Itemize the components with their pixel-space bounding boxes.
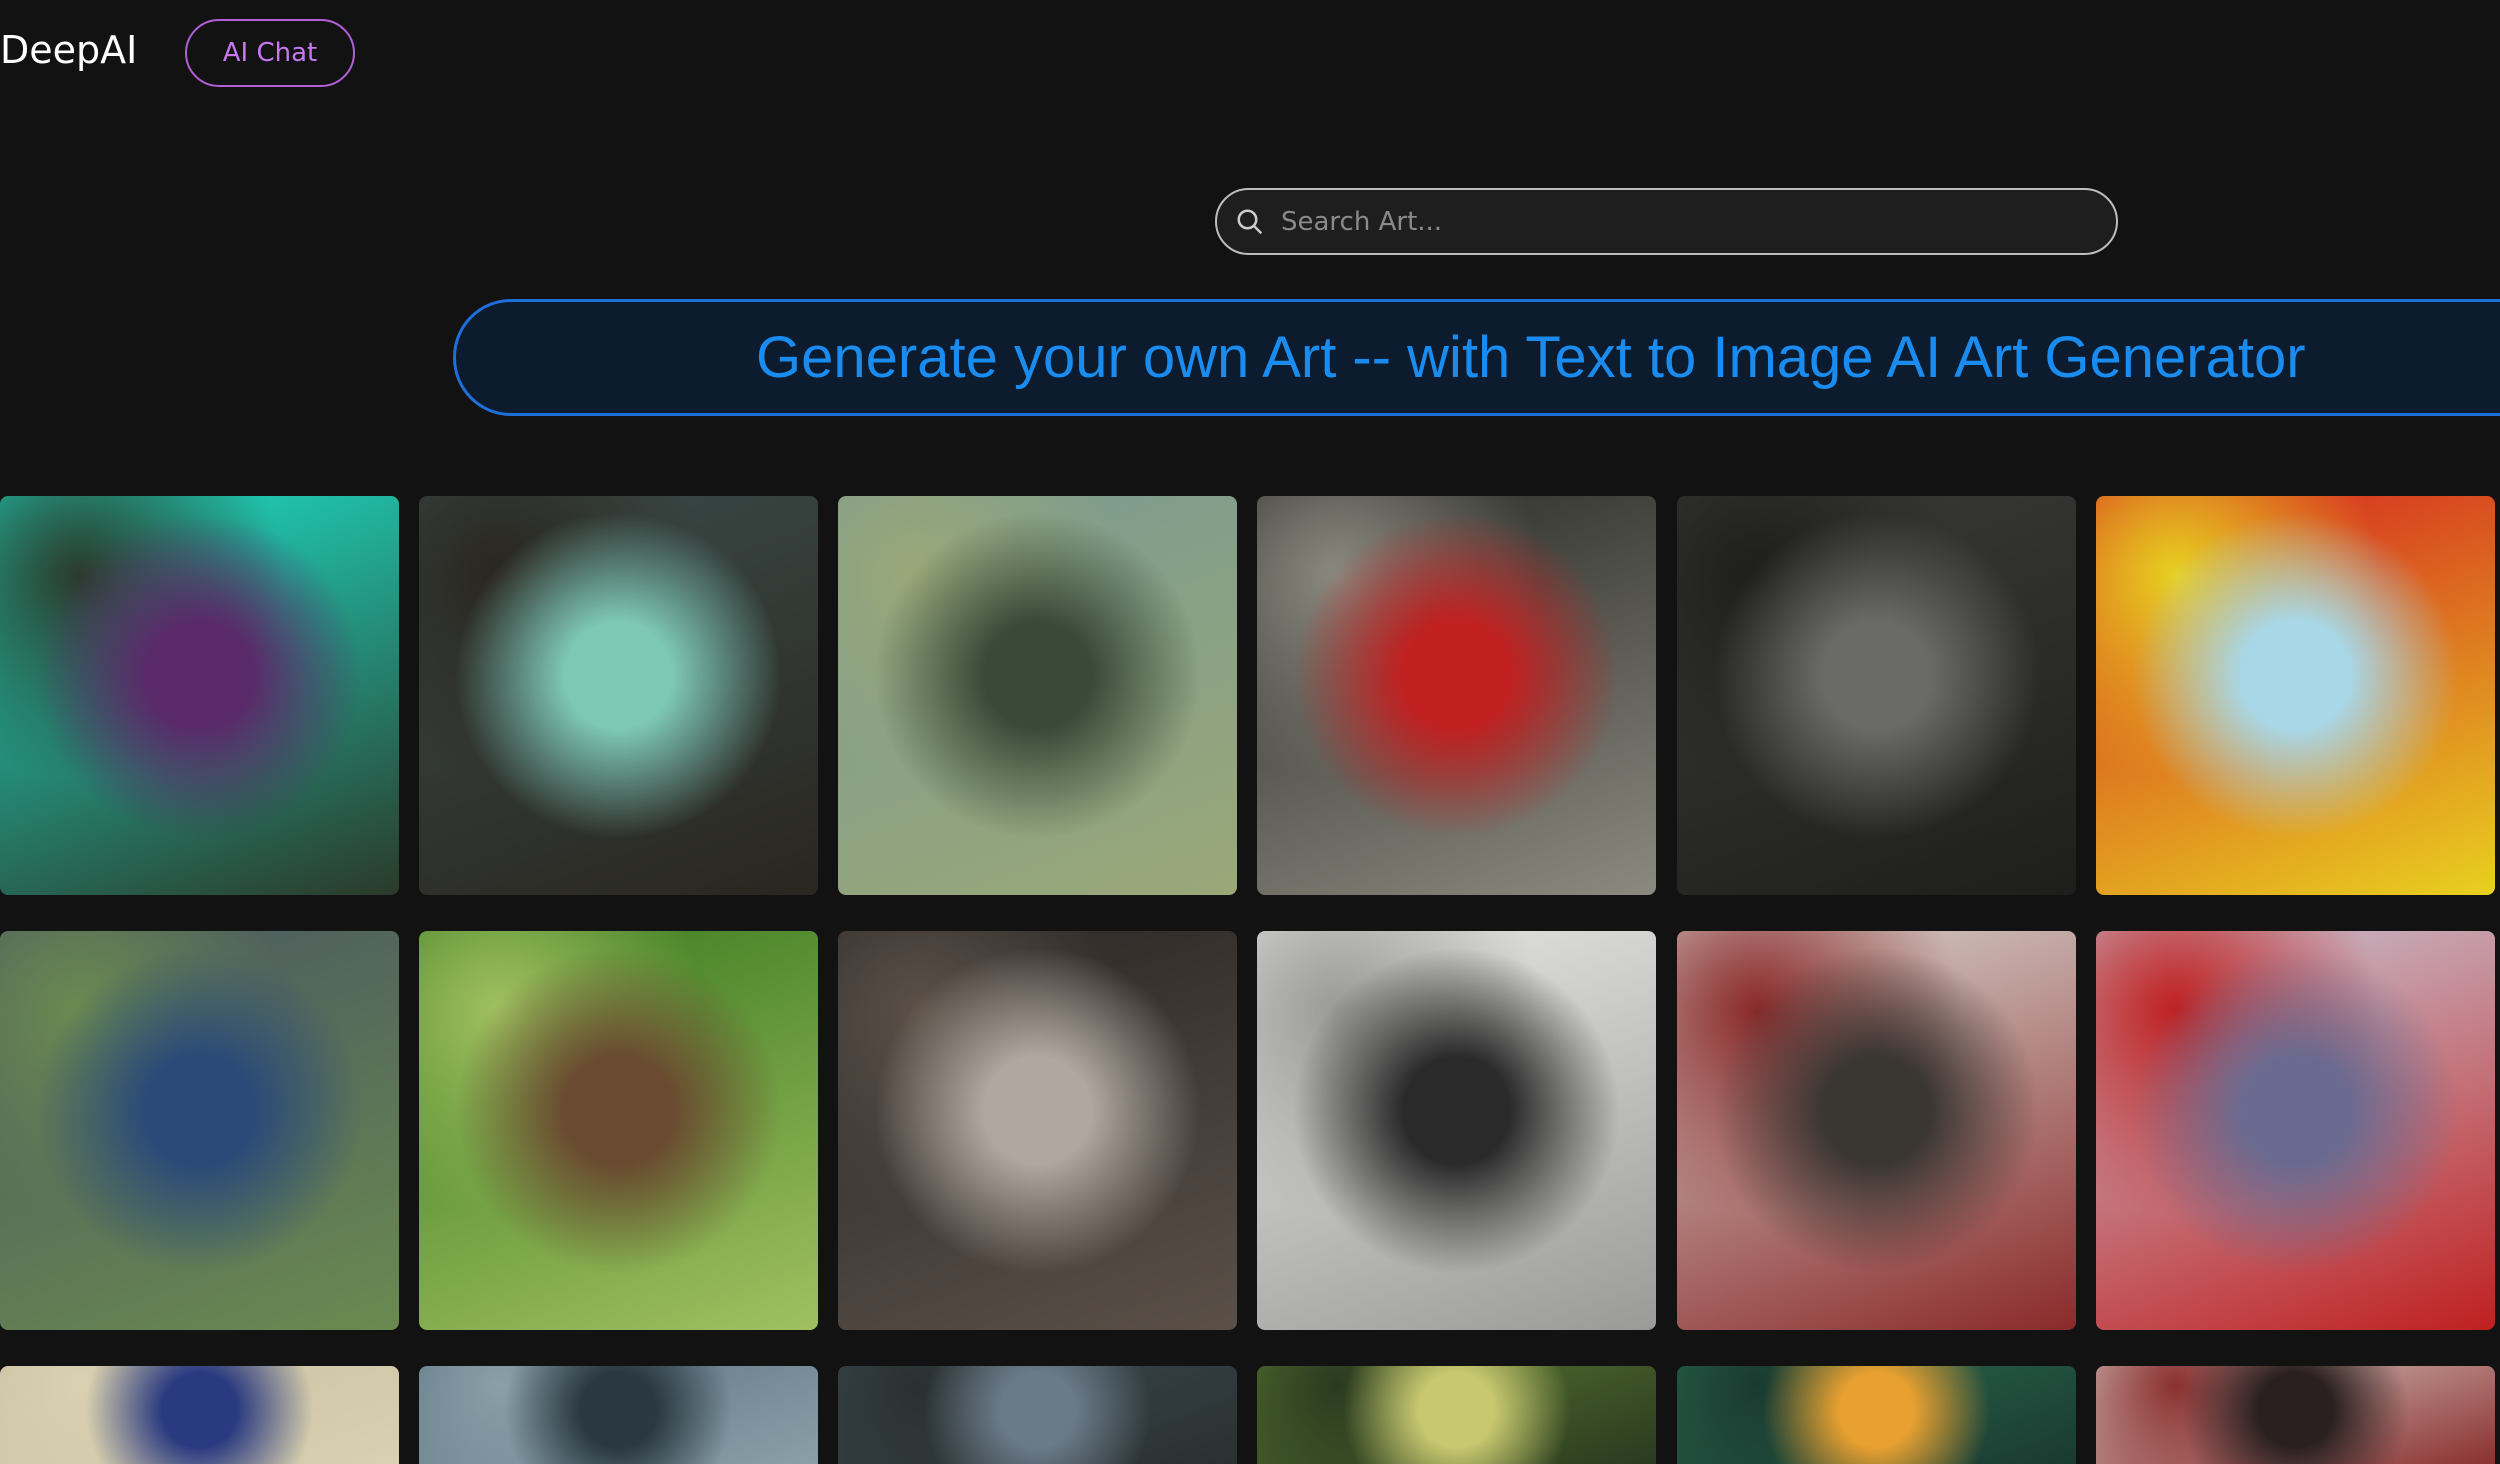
search-input[interactable]: [1279, 205, 2063, 238]
gallery-image[interactable]: [838, 496, 1237, 895]
gallery-image[interactable]: [419, 496, 818, 895]
ai-chat-button[interactable]: AI Chat: [185, 19, 355, 87]
gallery-image[interactable]: [1257, 1366, 1656, 1464]
gallery-image[interactable]: [419, 1366, 818, 1464]
gallery-image[interactable]: [419, 931, 818, 1330]
search-icon: [1237, 209, 1263, 234]
gallery-image[interactable]: [838, 931, 1237, 1330]
gallery-image[interactable]: [0, 931, 399, 1330]
gallery-image[interactable]: [2096, 496, 2495, 895]
gallery-image[interactable]: [1257, 496, 1656, 895]
gallery-image[interactable]: [1257, 931, 1656, 1330]
gallery-image[interactable]: [2096, 1366, 2495, 1464]
gallery-image[interactable]: [1677, 1366, 2076, 1464]
gallery-image[interactable]: [2096, 931, 2495, 1330]
banner-text: Generate your own Art -- with Text to Im…: [756, 325, 2306, 390]
gallery-image[interactable]: [1677, 496, 2076, 895]
gallery-image[interactable]: [0, 1366, 399, 1464]
search-bar[interactable]: [1215, 188, 2118, 255]
gallery-image[interactable]: [1677, 931, 2076, 1330]
generate-art-banner[interactable]: Generate your own Art -- with Text to Im…: [453, 299, 2500, 416]
deepai-logo[interactable]: DeepAI: [0, 28, 137, 72]
gallery-image[interactable]: [838, 1366, 1237, 1464]
gallery-image[interactable]: [0, 496, 399, 895]
